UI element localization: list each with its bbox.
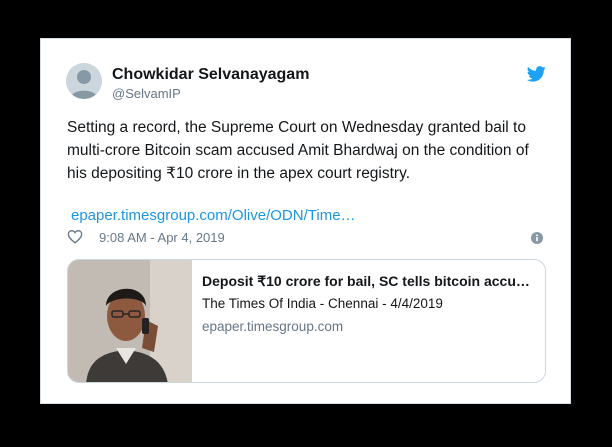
author-name[interactable]: Chowkidar Selvanayagam [112,66,309,84]
author-handle[interactable]: @SelvamIP [112,86,181,101]
tweet-text: Setting a record, the Supreme Court on W… [67,119,529,182]
link-card-domain: epaper.timesgroup.com [202,319,344,334]
embedded-tweet: Chowkidar Selvanayagam @SelvamIP Setting… [40,38,571,404]
twitter-bird-icon[interactable] [526,66,546,87]
tweet-link[interactable]: epaper.timesgroup.com/Olive/ODN/Time… [71,207,356,224]
avatar[interactable] [66,63,102,99]
heart-icon[interactable] [67,229,83,249]
tweet-timestamp[interactable]: 9:08 AM - Apr 4, 2019 [99,230,225,245]
info-icon[interactable] [531,231,543,249]
link-card-source: The Times Of India - Chennai - 4/4/2019 [202,296,443,311]
link-preview-card[interactable]: Deposit ₹10 crore for bail, SC tells bit… [67,259,546,383]
link-card-title: Deposit ₹10 crore for bail, SC tells bit… [202,273,530,289]
link-preview-image[interactable] [68,260,192,382]
